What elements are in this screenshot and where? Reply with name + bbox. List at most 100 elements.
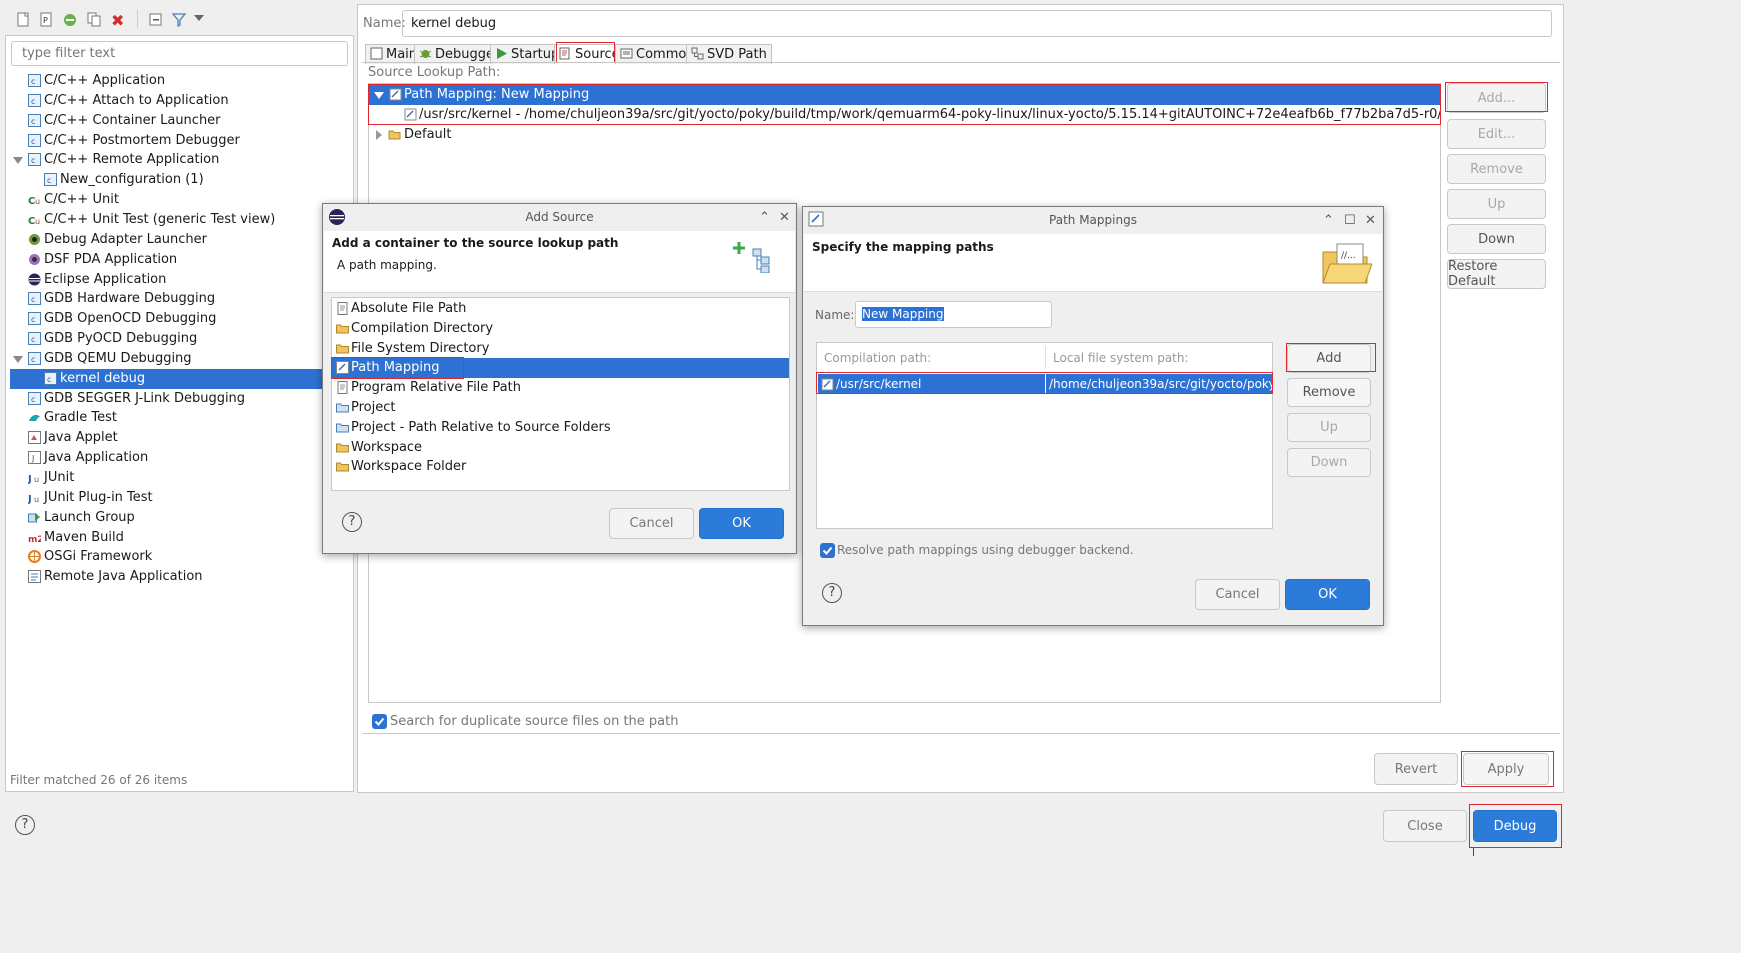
help-icon[interactable]: ?: [342, 512, 362, 532]
tree-item[interactable]: Ju JUnit: [6, 468, 353, 488]
mapping-child-row[interactable]: /usr/src/kernel - /home/chuljeon39a/src/…: [369, 105, 1440, 125]
svg-text:c: c: [31, 295, 35, 304]
up-button[interactable]: Up: [1447, 189, 1546, 219]
tree-item[interactable]: Debug Adapter Launcher: [6, 230, 353, 250]
debug-button[interactable]: Debug: [1473, 810, 1557, 842]
chevron-right-icon[interactable]: [376, 130, 382, 140]
tree-item-label: Remote Java Application: [44, 569, 203, 585]
tree-item[interactable]: c C/C++ Attach to Application: [6, 91, 353, 111]
resolve-checkbox[interactable]: [820, 543, 835, 558]
c-app-icon: c: [44, 173, 57, 187]
mapping-ok-button[interactable]: OK: [1285, 579, 1370, 610]
tree-item-label: C/C++ Unit: [44, 192, 119, 208]
list-item[interactable]: Program Relative File Path: [332, 378, 789, 398]
export-icon[interactable]: [62, 12, 78, 31]
svg-text:c: c: [31, 355, 35, 364]
new-prototype-icon[interactable]: P: [39, 12, 53, 31]
add-source-button[interactable]: Add...: [1447, 83, 1546, 113]
add-source-dialog: Add Source ⌃ ✕ Add a container to the so…: [322, 203, 797, 554]
list-item[interactable]: Workspace: [332, 438, 789, 458]
collapse-all-icon[interactable]: [149, 12, 163, 31]
mapping-row[interactable]: Path Mapping: New Mapping: [369, 85, 1440, 105]
close-icon[interactable]: ✕: [779, 210, 790, 225]
tree-item[interactable]: c GDB SEGGER J-Link Debugging: [6, 389, 353, 409]
list-item[interactable]: File System Directory: [332, 339, 789, 359]
apply-button[interactable]: Apply: [1463, 753, 1549, 785]
tree-item[interactable]: Ju JUnit Plug-in Test: [6, 488, 353, 508]
remove-button[interactable]: Remove: [1447, 154, 1546, 184]
default-row[interactable]: Default: [369, 125, 669, 145]
tree-item[interactable]: DSF PDA Application: [6, 250, 353, 270]
tree-item[interactable]: Launch Group: [6, 508, 353, 528]
chevron-down-icon[interactable]: [194, 15, 204, 21]
c-app-icon: c: [28, 153, 41, 167]
revert-button[interactable]: Revert: [1374, 753, 1458, 785]
mapping-cancel-button[interactable]: Cancel: [1195, 579, 1280, 610]
close-button[interactable]: Close: [1383, 810, 1467, 842]
tree-item-label: JUnit Plug-in Test: [44, 489, 153, 505]
add-source-cancel-button[interactable]: Cancel: [609, 508, 694, 539]
list-item[interactable]: Absolute File Path: [332, 299, 789, 319]
list-item[interactable]: Project - Path Relative to Source Folder…: [332, 418, 789, 438]
file-icon: [336, 302, 349, 315]
tree-item[interactable]: OSGi Framework: [6, 547, 353, 567]
tree-item[interactable]: c GDB OpenOCD Debugging: [6, 309, 353, 329]
tree-item[interactable]: Remote Java Application: [6, 567, 353, 587]
mapping-down-button[interactable]: Down: [1287, 448, 1371, 477]
tree-item[interactable]: Cu C/C++ Unit Test (generic Test view): [6, 210, 353, 230]
source-icon: [559, 47, 572, 60]
mapping-add-button[interactable]: Add: [1287, 344, 1371, 373]
tree-item[interactable]: c kernel debug: [10, 368, 353, 389]
tree-item[interactable]: c New_configuration (1): [6, 170, 353, 190]
chevron-down-icon[interactable]: [374, 92, 384, 99]
down-button[interactable]: Down: [1447, 224, 1546, 254]
minimize-icon[interactable]: ⌃: [759, 210, 770, 225]
maximize-icon[interactable]: ☐: [1344, 213, 1356, 228]
delete-icon[interactable]: ✖: [111, 11, 124, 30]
svg-text:c: c: [31, 335, 35, 344]
search-area-border: [362, 733, 1560, 734]
filter-input[interactable]: [11, 41, 348, 66]
help-icon[interactable]: ?: [15, 815, 35, 835]
edit-button[interactable]: Edit...: [1447, 119, 1546, 149]
tree-item[interactable]: Gradle Test: [6, 408, 353, 428]
list-item[interactable]: Path Mapping: [332, 358, 789, 379]
minimize-icon[interactable]: ⌃: [1323, 213, 1334, 228]
mapping-remove-button[interactable]: Remove: [1287, 378, 1371, 407]
path-mappings-dialog: Path Mappings ⌃ ☐ ✕ Specify the mapping …: [802, 206, 1384, 626]
duplicate-icon[interactable]: [87, 12, 101, 31]
chevron-down-icon[interactable]: [13, 157, 23, 165]
help-icon[interactable]: ?: [822, 583, 842, 603]
tree-item[interactable]: c C/C++ Application: [6, 71, 353, 91]
tree-item[interactable]: Java Applet: [6, 428, 353, 448]
list-item[interactable]: Workspace Folder: [332, 457, 789, 477]
name-field[interactable]: kernel debug: [402, 10, 1552, 37]
list-item[interactable]: Project: [332, 398, 789, 418]
tree-item[interactable]: Cu C/C++ Unit: [6, 190, 353, 210]
table-row[interactable]: /usr/src/kernel /home/chuljeon39a/src/gi…: [818, 374, 1272, 394]
tree-item[interactable]: c GDB Hardware Debugging: [6, 289, 353, 309]
restore-default-button[interactable]: Restore Default: [1447, 259, 1546, 289]
mapping-name-input[interactable]: New Mapping: [855, 301, 1052, 328]
tree-item[interactable]: c GDB PyOCD Debugging: [6, 329, 353, 349]
tree-item[interactable]: m2 Maven Build: [6, 528, 353, 548]
tree-item[interactable]: c GDB QEMU Debugging: [6, 349, 353, 369]
new-config-icon[interactable]: [16, 12, 30, 31]
tree-item[interactable]: Eclipse Application: [6, 270, 353, 290]
mapping-label: Path Mapping: New Mapping: [404, 87, 590, 102]
folder-open-icon: //...: [1320, 240, 1373, 290]
filter-icon[interactable]: [171, 12, 187, 31]
tab-svd-path[interactable]: SVD Path: [686, 44, 772, 64]
tree-item[interactable]: c C/C++ Container Launcher: [6, 111, 353, 131]
svg-text:J: J: [31, 454, 34, 463]
tree-item[interactable]: J Java Application: [6, 448, 353, 468]
search-duplicates-checkbox[interactable]: [372, 714, 387, 729]
list-item[interactable]: Compilation Directory: [332, 319, 789, 339]
mapping-up-button[interactable]: Up: [1287, 413, 1371, 442]
chevron-down-icon[interactable]: [13, 355, 23, 363]
add-source-ok-button[interactable]: OK: [699, 508, 784, 539]
close-icon[interactable]: ✕: [1365, 213, 1376, 228]
svd-icon: [691, 47, 704, 60]
tree-item[interactable]: c C/C++ Remote Application: [6, 150, 353, 170]
tree-item[interactable]: c C/C++ Postmortem Debugger: [6, 131, 353, 151]
